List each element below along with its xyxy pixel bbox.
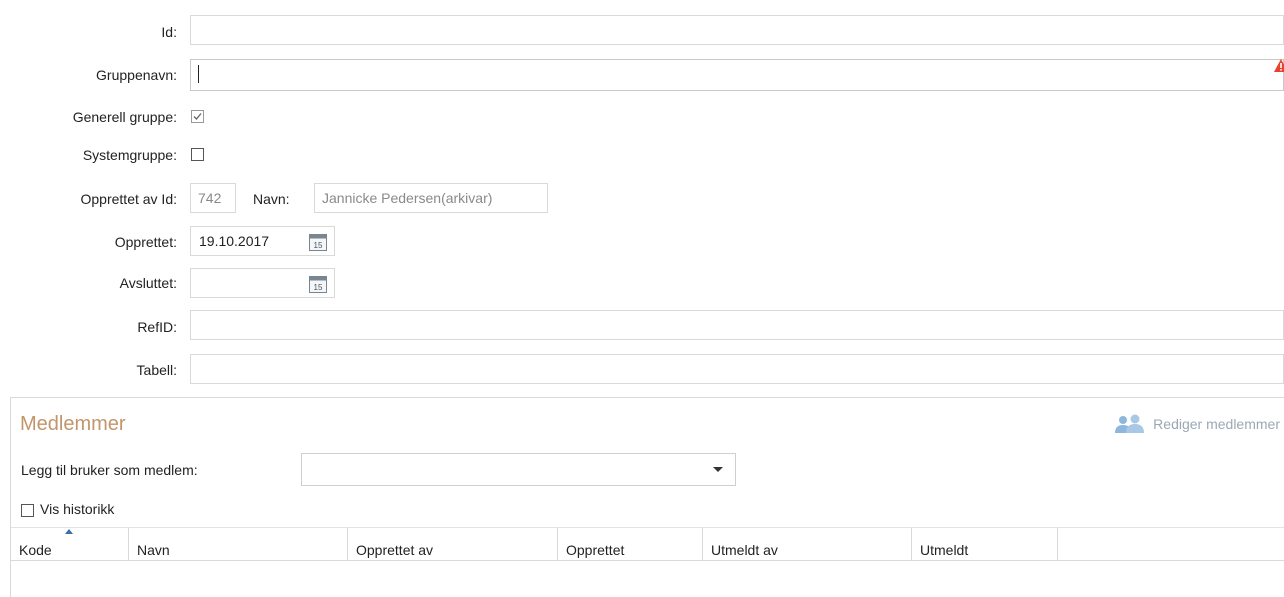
column-header-utmeldt[interactable]: Utmeldt: [912, 528, 1058, 561]
text-caret: [198, 65, 199, 83]
add-member-dropdown[interactable]: [301, 453, 736, 486]
history-label: Vis historikk: [40, 501, 115, 517]
id-input[interactable]: [191, 16, 1283, 44]
members-grid-header: Kode Navn Opprettet av Opprettet Utmeldt…: [11, 527, 1284, 561]
ref-id-label: RefID:: [137, 319, 177, 335]
history-toggle[interactable]: Vis historikk: [21, 499, 114, 519]
warning-icon: [1274, 59, 1284, 72]
table-input[interactable]: [191, 355, 1283, 383]
created-by-id-label: Opprettet av Id:: [80, 191, 178, 207]
created-by-id-field: 742: [190, 183, 236, 213]
svg-text:15: 15: [314, 241, 323, 250]
ref-id-input[interactable]: [191, 311, 1283, 339]
members-panel: Medlemmer Rediger medlemmer Legg til bru…: [10, 397, 1284, 597]
members-title: Medlemmer: [20, 413, 126, 435]
sort-ascending-icon: [65, 529, 73, 534]
ended-date-field[interactable]: 15: [190, 268, 335, 298]
ref-id-field[interactable]: [190, 310, 1284, 340]
group-name-input[interactable]: [191, 60, 1283, 90]
created-by-name-field: Jannicke Pedersen(arkivar): [314, 183, 548, 213]
checkmark-icon: [193, 113, 202, 120]
chevron-down-icon[interactable]: [713, 467, 723, 472]
svg-text:15: 15: [314, 283, 323, 292]
group-name-label: Gruppenavn:: [96, 67, 177, 83]
general-group-checkbox[interactable]: [191, 110, 204, 123]
id-label: Id:: [161, 24, 177, 40]
column-header-opprettet[interactable]: Opprettet: [558, 528, 703, 561]
system-group-label: Systemgruppe:: [82, 147, 177, 163]
add-member-label: Legg til bruker som medlem:: [21, 462, 198, 478]
id-field[interactable]: [190, 15, 1284, 45]
column-header-utmeldt-av[interactable]: Utmeldt av: [703, 528, 912, 561]
edit-members-button[interactable]: Rediger medlemmer: [1113, 412, 1280, 436]
created-by-name-label: Navn:: [253, 191, 290, 207]
ended-date-label: Avsluttet:: [119, 275, 177, 291]
calendar-icon[interactable]: 15: [308, 274, 328, 294]
system-group-checkbox[interactable]: [191, 148, 204, 161]
column-header-opprettet-av[interactable]: Opprettet av: [348, 528, 558, 561]
created-date-field[interactable]: 19.10.2017 15: [190, 226, 335, 256]
column-header-kode[interactable]: Kode: [11, 528, 129, 561]
users-icon: [1115, 414, 1145, 433]
general-group-label: Generell gruppe:: [72, 109, 177, 125]
created-date-label: Opprettet:: [114, 234, 177, 250]
edit-members-label: Rediger medlemmer: [1153, 416, 1280, 432]
table-field[interactable]: [190, 354, 1284, 384]
history-checkbox[interactable]: [21, 503, 34, 517]
calendar-icon[interactable]: 15: [308, 232, 328, 252]
table-label: Tabell:: [136, 362, 177, 378]
created-date-value: 19.10.2017: [199, 233, 270, 249]
column-header-navn[interactable]: Navn: [129, 528, 348, 561]
group-name-field[interactable]: [190, 59, 1284, 91]
